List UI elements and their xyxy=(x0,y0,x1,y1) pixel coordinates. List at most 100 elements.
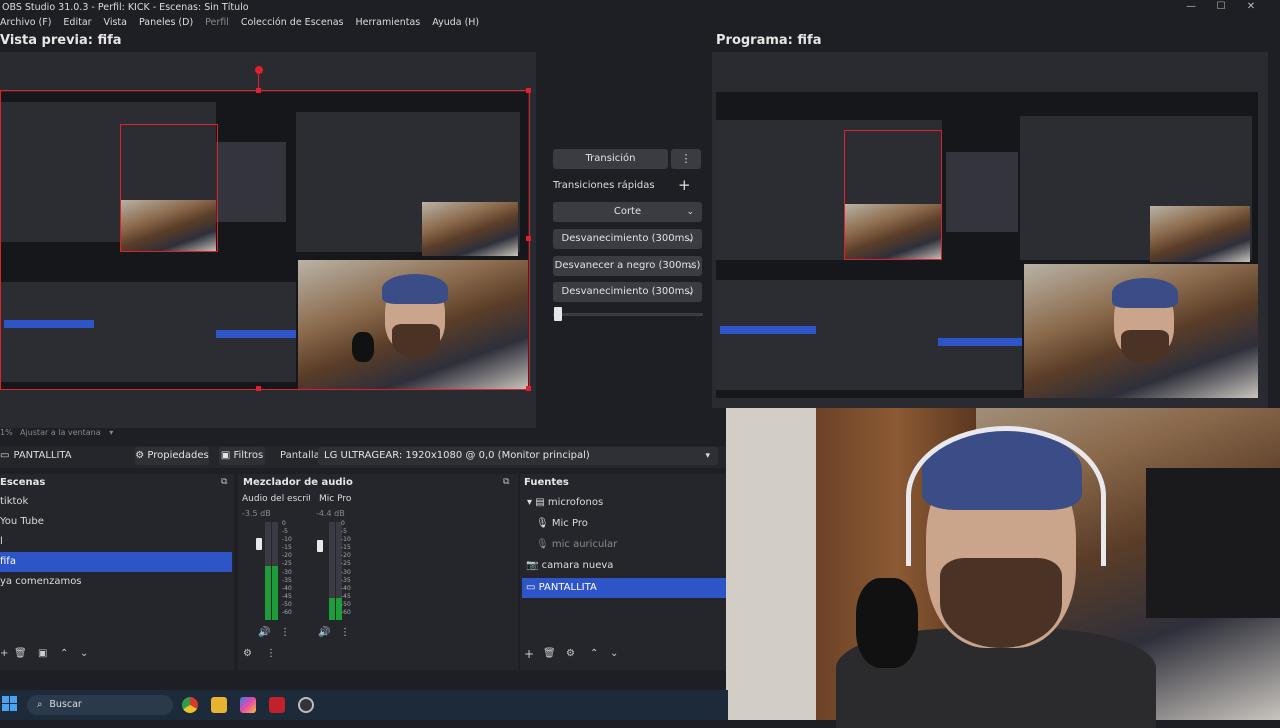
menu-perfil[interactable]: Perfil xyxy=(199,16,235,30)
trash-icon: 🗑 xyxy=(14,648,27,659)
db-scale-tick: -40 xyxy=(341,584,351,592)
source-group-label: microfonos xyxy=(547,497,604,508)
move-scene-down-button[interactable]: ⌄ xyxy=(80,648,88,659)
db-scale-tick: -40 xyxy=(282,584,292,592)
properties-button[interactable]: ⚙ Propiedades xyxy=(135,447,209,465)
kebab-icon: ⋮ xyxy=(680,152,692,165)
scene-item-tiktok[interactable]: tiktok xyxy=(0,492,232,512)
taskbar-search-placeholder: Buscar xyxy=(49,699,82,710)
chrome-icon[interactable] xyxy=(182,697,198,713)
gear-icon: ⚙ xyxy=(135,450,145,461)
search-icon: ⌕ xyxy=(37,699,43,710)
fit-to-window-dropdown[interactable]: Ajustar a la ventana ▾ xyxy=(20,428,113,437)
source-group-microfonos[interactable]: ▾ ▤ microfonos xyxy=(527,497,603,508)
microphone-icon: 🎙 xyxy=(536,518,549,529)
quick-transition-corte[interactable]: Corte ⌄ xyxy=(553,202,702,222)
windows-start-icon[interactable] xyxy=(2,696,18,712)
scene-item-ya-comenzamos[interactable]: ya comenzamos xyxy=(0,572,232,592)
quick-transition-fade-black[interactable]: Desvanecer a negro (300ms) ⌄ xyxy=(553,256,702,276)
remove-source-button[interactable]: 🗑 xyxy=(543,648,556,659)
db-scale-tick: -5 xyxy=(341,528,347,536)
sources-title: Fuentes xyxy=(524,477,569,488)
move-source-up-button[interactable]: ⌃ xyxy=(590,648,598,659)
quick-transition-fade-2[interactable]: Desvanecimiento (300ms) ⌄ xyxy=(553,282,702,302)
display-select[interactable]: LG ULTRAGEAR: 1920x1080 @ 0,0 (Monitor p… xyxy=(318,447,718,465)
tbar-slider-track[interactable] xyxy=(553,313,703,316)
move-source-down-button[interactable]: ⌄ xyxy=(610,648,618,659)
channel-name-mic: Mic Pro xyxy=(319,494,352,504)
move-scene-up-button[interactable]: ⌃ xyxy=(60,648,68,659)
resize-handle-right[interactable] xyxy=(526,236,531,241)
email-app-icon[interactable] xyxy=(269,697,285,713)
resize-handle-bottom[interactable] xyxy=(256,386,261,391)
add-scene-button[interactable]: + xyxy=(0,648,8,659)
tbar-slider-handle[interactable] xyxy=(554,307,562,321)
plus-icon: + xyxy=(0,648,9,659)
db-scale-tick: -35 xyxy=(282,576,292,584)
source-item-label: PANTALLITA xyxy=(538,582,597,593)
scene-item-youtube[interactable]: You Tube xyxy=(0,512,232,532)
db-scale-tick: -50 xyxy=(341,600,351,608)
volume-fader-desktop[interactable] xyxy=(256,538,262,550)
quick-transition-fade-1[interactable]: Desvanecimiento (300ms) ⌄ xyxy=(553,229,702,249)
rotation-handle[interactable] xyxy=(255,66,263,74)
db-scale-tick: -25 xyxy=(341,560,351,568)
source-item-camara-nueva[interactable]: 📷 camara nueva xyxy=(526,560,613,571)
mixer-menu-button[interactable]: ⋮ xyxy=(266,648,276,659)
source-item-mic-auricular[interactable]: 🎙 mic auricular xyxy=(536,539,617,550)
menu-editar[interactable]: Editar xyxy=(57,16,97,30)
filters-icon: ▣ xyxy=(220,450,231,461)
trash-icon: 🗑 xyxy=(543,648,556,659)
chevron-down-icon: ⌄ xyxy=(80,648,89,659)
menu-coleccion-escenas[interactable]: Colección de Escenas xyxy=(235,16,350,30)
copilot-icon[interactable] xyxy=(240,697,256,713)
scene-item-fifa[interactable]: fifa xyxy=(0,552,232,572)
filters-button[interactable]: ▣ Filtros xyxy=(219,447,265,465)
transition-button[interactable]: Transición xyxy=(553,149,668,169)
mic-menu-button[interactable]: ⋮ xyxy=(340,627,350,638)
menu-vista[interactable]: Vista xyxy=(98,16,133,30)
volume-fader-mic[interactable] xyxy=(317,540,323,552)
microphone-icon: 🎙 xyxy=(536,539,549,550)
db-scale-tick: 0 xyxy=(341,520,345,527)
menu-ayuda[interactable]: Ayuda (H) xyxy=(426,16,485,30)
file-explorer-icon[interactable] xyxy=(211,697,227,713)
resize-handle-bottom-right[interactable] xyxy=(526,386,531,391)
close-button[interactable]: ✕ xyxy=(1236,0,1266,16)
db-scale-mic: 0 -5 -10 -15 -20 -25 -30 -35 -40 -45 -50 -60 xyxy=(341,520,355,617)
menu-herramientas[interactable]: Herramientas xyxy=(350,16,427,30)
mute-mic-button[interactable]: 🔊 xyxy=(318,627,330,638)
speaker-icon: 🔊 xyxy=(258,627,271,638)
add-quick-transition-button[interactable]: + xyxy=(678,176,691,194)
source-item-mic-pro[interactable]: 🎙 Mic Pro xyxy=(536,518,588,529)
source-item-label: camara nueva xyxy=(541,560,614,571)
minimize-button[interactable]: — xyxy=(1176,0,1206,16)
obs-icon[interactable] xyxy=(298,697,314,713)
gear-icon: ⚙ xyxy=(566,648,575,659)
remove-scene-button[interactable]: 🗑 xyxy=(14,648,27,659)
add-source-button[interactable]: + xyxy=(524,647,534,661)
meter-desktop-left-level xyxy=(265,566,271,620)
maximize-button[interactable]: ☐ xyxy=(1206,0,1236,16)
window-title: OBS Studio 31.0.3 - Perfil: KICK - Escen… xyxy=(2,2,249,13)
scene-item-l[interactable]: l xyxy=(0,532,232,552)
source-properties-button[interactable]: ⚙ xyxy=(566,648,575,659)
properties-label: Propiedades xyxy=(147,450,209,461)
scene-filters-button[interactable]: ▣ xyxy=(38,648,47,659)
db-scale-tick: -20 xyxy=(282,552,292,560)
taskbar-search[interactable]: ⌕ Buscar xyxy=(27,695,173,715)
menu-archivo[interactable]: Archivo (F) xyxy=(0,16,57,30)
advanced-audio-button[interactable]: ⚙ xyxy=(243,648,252,659)
source-item-pantallita[interactable]: ▭ PANTALLITA xyxy=(522,578,726,598)
undock-icon[interactable]: ⧉ xyxy=(221,477,227,487)
menu-paneles[interactable]: Paneles (D) xyxy=(133,16,199,30)
selection-bounds[interactable] xyxy=(0,90,530,390)
resize-handle-top-right[interactable] xyxy=(526,88,531,93)
transition-menu-button[interactable]: ⋮ xyxy=(671,149,701,169)
undock-icon[interactable]: ⧉ xyxy=(503,477,509,487)
desktop-menu-button[interactable]: ⋮ xyxy=(280,627,290,638)
db-scale-tick: -15 xyxy=(282,544,292,552)
db-scale-tick: -10 xyxy=(282,536,292,544)
mute-desktop-button[interactable]: 🔊 xyxy=(258,627,270,638)
plus-icon: + xyxy=(678,176,691,194)
